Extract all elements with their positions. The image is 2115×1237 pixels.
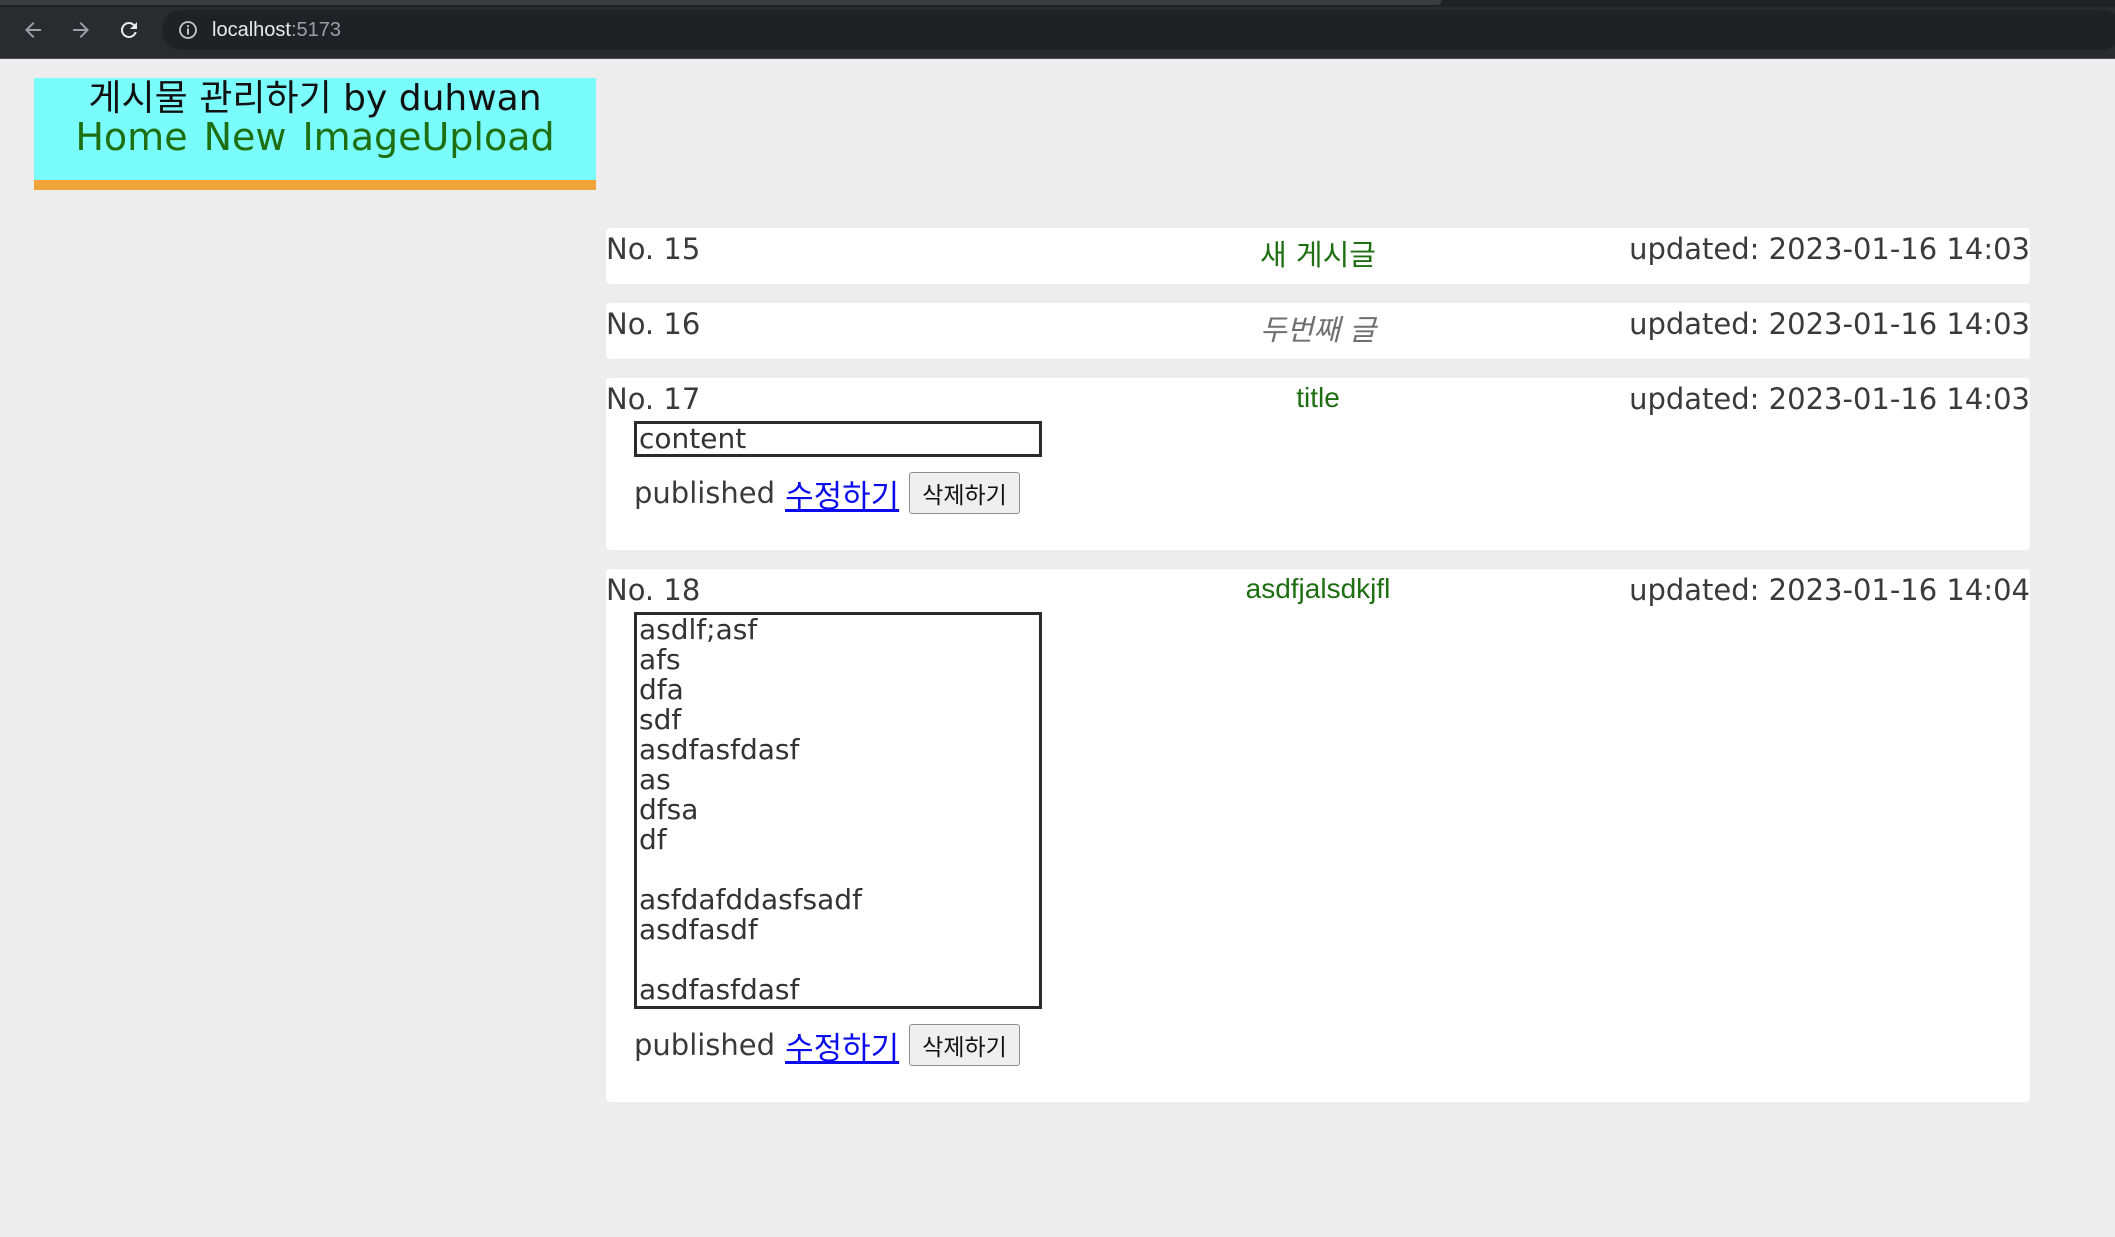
- post-actions: published 수정하기 삭제하기: [634, 469, 2030, 517]
- info-icon[interactable]: [178, 20, 198, 40]
- post-updated: updated: 2023-01-16 14:04: [1629, 573, 2030, 607]
- browser-toolbar: localhost:5173: [0, 0, 2115, 59]
- status-label: published: [634, 476, 776, 510]
- delete-button[interactable]: 삭제하기: [909, 472, 1020, 514]
- post-updated: updated: 2023-01-16 14:03: [1629, 382, 2030, 416]
- address-bar[interactable]: localhost:5173: [162, 10, 2115, 50]
- forward-icon[interactable]: [64, 13, 98, 47]
- post-item: No. 18 asdfjalsdkjfl updated: 2023-01-16…: [606, 569, 2030, 1102]
- post-body: content published 수정하기 삭제하기: [606, 421, 2030, 517]
- nav-image-upload-link[interactable]: ImageUpload: [302, 115, 554, 159]
- delete-button[interactable]: 삭제하기: [909, 1024, 1020, 1066]
- post-item: No. 15 새 게시글 updated: 2023-01-16 14:03: [606, 228, 2030, 284]
- url-host: localhost: [212, 19, 291, 41]
- post-content: content: [634, 421, 1042, 457]
- back-icon[interactable]: [16, 13, 50, 47]
- header-banner: 게시물 관리하기 by duhwan Home New ImageUpload: [34, 78, 596, 190]
- post-content: asdlf;asf afs dfa sdf asdfasfdasf as dfs…: [634, 612, 1042, 1009]
- tab-strip: [0, 0, 2115, 7]
- status-label: published: [634, 1028, 776, 1062]
- post-updated: updated: 2023-01-16 14:03: [1629, 232, 2030, 266]
- post-item: No. 16 두번째 글 updated: 2023-01-16 14:03: [606, 303, 2030, 359]
- post-body: asdlf;asf afs dfa sdf asdfasfdasf as dfs…: [606, 612, 2030, 1069]
- edit-link[interactable]: 수정하기: [785, 471, 899, 516]
- nav-home-link[interactable]: Home: [75, 115, 187, 159]
- url-text: localhost:5173: [212, 19, 341, 42]
- edit-link[interactable]: 수정하기: [785, 1023, 899, 1068]
- post-updated: updated: 2023-01-16 14:03: [1629, 307, 2030, 341]
- post-header: No. 15 새 게시글 updated: 2023-01-16 14:03: [606, 228, 2030, 278]
- header-nav: Home New ImageUpload: [34, 114, 596, 160]
- reload-icon[interactable]: [112, 13, 146, 47]
- url-port: :5173: [290, 19, 341, 41]
- post-actions: published 수정하기 삭제하기: [634, 1021, 2030, 1069]
- post-header: No. 16 두번째 글 updated: 2023-01-16 14:03: [606, 303, 2030, 353]
- post-item: No. 17 title updated: 2023-01-16 14:03 c…: [606, 378, 2030, 550]
- nav-new-link[interactable]: New: [204, 115, 287, 159]
